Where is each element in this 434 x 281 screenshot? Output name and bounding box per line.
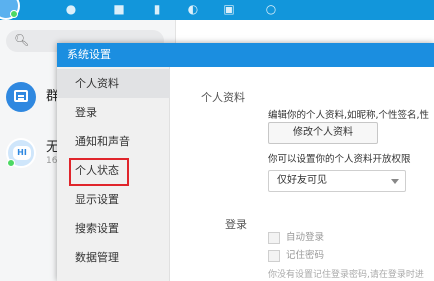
search-icon: 🔍︎: [14, 33, 30, 47]
settings-nav: 个人资料 登录 通知和声音 个人状态 显示设置 搜索设置 数据管理: [57, 67, 170, 281]
conversation-subtitle: 16: [46, 156, 58, 166]
nav-item-notifications[interactable]: 通知和声音: [57, 127, 170, 156]
hi-bubble-icon: HI: [6, 138, 36, 168]
chat-icon[interactable]: ●: [64, 2, 78, 16]
remember-password-checkbox[interactable]: 记住密码: [268, 249, 388, 263]
permission-select-value: 仅好友可见: [277, 175, 327, 186]
user-avatar[interactable]: [0, 0, 20, 20]
nav-item-profile[interactable]: 个人资料: [57, 69, 170, 98]
profile-description: 编辑你的个人资料,如昵称,个性签名,性: [268, 110, 430, 121]
nav-item-login[interactable]: 登录: [57, 98, 170, 127]
checkbox-box: [268, 232, 280, 244]
auto-login-checkbox[interactable]: 自动登录: [268, 231, 388, 245]
login-hint: 你没有设置记住登录密码,请在登录时进: [268, 270, 424, 280]
permission-text: 你可以设置你的个人资料开放权限: [268, 154, 411, 165]
space-icon[interactable]: ▮: [150, 2, 164, 16]
settings-icon[interactable]: ○: [264, 2, 278, 16]
edit-profile-button[interactable]: 修改个人资料: [268, 122, 378, 144]
online-status-icon: [10, 10, 18, 18]
nav-item-personal-status[interactable]: 个人状态: [57, 156, 170, 185]
nav-item-data-management[interactable]: 数据管理: [57, 243, 170, 272]
section-label-login: 登录: [225, 218, 247, 231]
auto-login-label: 自动登录: [286, 232, 325, 243]
dialog-title: 系统设置: [57, 43, 434, 67]
contacts-icon[interactable]: ■: [112, 2, 126, 16]
main-window-header: ● ■ ▮ ◐ ▣ ○: [0, 0, 434, 20]
group-chat-icon: [6, 82, 36, 112]
online-status-icon: [7, 159, 15, 167]
apps-icon[interactable]: ◐: [186, 2, 200, 16]
chevron-down-icon: [391, 179, 399, 184]
remember-password-label: 记住密码: [286, 250, 325, 261]
section-label-profile: 个人资料: [201, 91, 245, 104]
nav-item-search[interactable]: 搜索设置: [57, 214, 170, 243]
nav-item-display[interactable]: 显示设置: [57, 185, 170, 214]
permission-select[interactable]: 仅好友可见: [268, 170, 406, 192]
settings-dialog: 系统设置 个人资料 登录 通知和声音 个人状态 显示设置 搜索设置 数据管理 个…: [57, 43, 434, 281]
more-icon[interactable]: ▣: [222, 2, 236, 16]
settings-content: 个人资料 编辑你的个人资料,如昵称,个性签名,性 修改个人资料 你可以设置你的个…: [171, 67, 434, 281]
checkbox-box: [268, 250, 280, 262]
